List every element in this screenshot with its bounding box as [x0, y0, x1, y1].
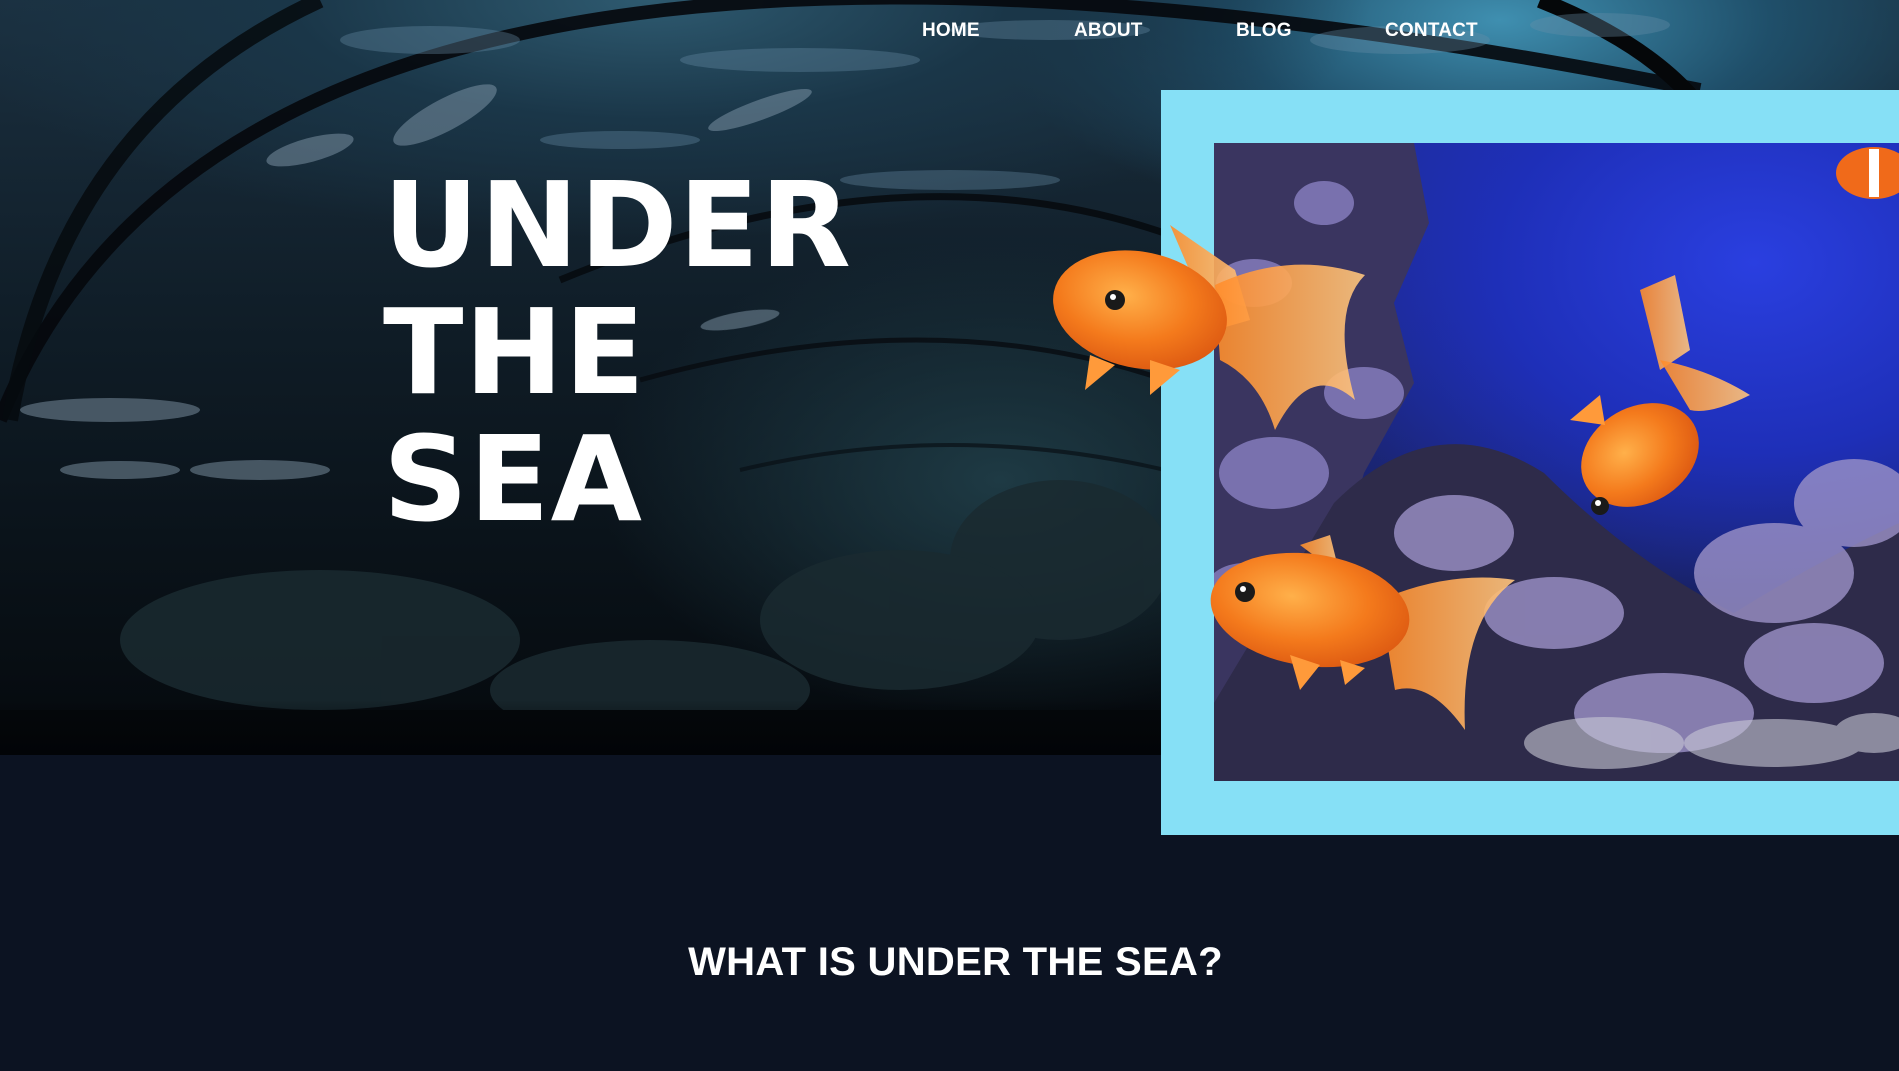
- hero-title-line: SEA: [383, 410, 643, 548]
- nav-link-contact[interactable]: CONTACT: [1385, 20, 1478, 42]
- hero-title-line: THE: [383, 283, 646, 421]
- nav-link-home[interactable]: HOME: [922, 20, 980, 42]
- main-navigation: HOME ABOUT BLOG CONTACT: [0, 0, 1899, 64]
- hero-title: UNDER THE SEA: [383, 162, 852, 543]
- section-heading: WHAT IS UNDER THE SEA?: [688, 940, 1223, 984]
- aquarium-photo: [1214, 143, 1899, 781]
- hero-title-line: UNDER: [383, 156, 852, 294]
- nav-link-blog[interactable]: BLOG: [1236, 20, 1292, 42]
- nav-link-about[interactable]: ABOUT: [1074, 20, 1143, 42]
